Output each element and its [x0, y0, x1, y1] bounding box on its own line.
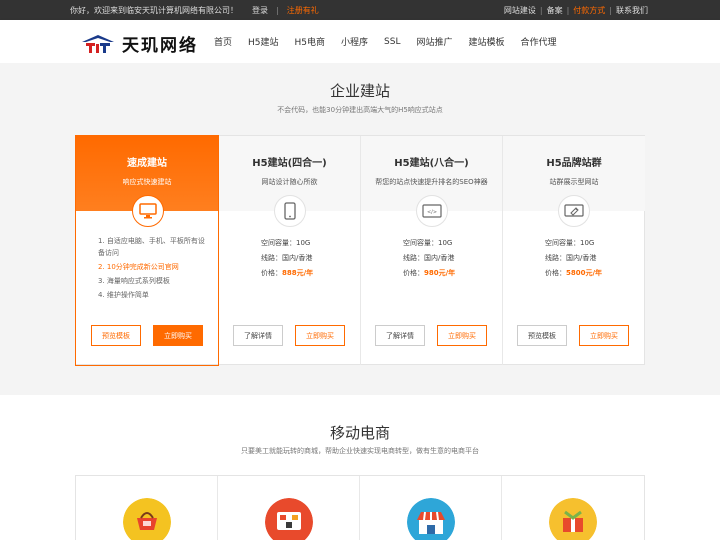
- card-subtitle: 网站设计随心所欲: [261, 178, 318, 186]
- nav-templates[interactable]: 建站模板: [469, 35, 505, 48]
- ecommerce-cards: [75, 475, 645, 540]
- card-subtitle: 站群展示型网站: [549, 178, 599, 186]
- section-subtitle: 只要美工就能玩转的商城，帮助企业快速实现电商转型，做有生意的电商平台: [241, 447, 479, 455]
- line-label: 线路：: [545, 254, 566, 262]
- ecommerce-card: [360, 476, 502, 540]
- nav-mini-program[interactable]: 小程序: [341, 35, 368, 48]
- feature-item: 3. 海量响应式系列模板: [98, 277, 170, 285]
- welcome-text: 你好，欢迎来到临安天玑计算机网络有限公司！: [70, 5, 238, 15]
- nav-home[interactable]: 首页: [214, 35, 232, 48]
- card-title: H5建站(八合一): [394, 158, 469, 169]
- feature-list: 1. 自适应电脑、手机、平板所有设备访问 2. 10分钟完成新公司官网 3. 海…: [98, 235, 208, 303]
- tag-screen-icon: [558, 195, 590, 227]
- space-value: 10G: [580, 239, 595, 247]
- logo-text: 天玑网络: [122, 36, 198, 56]
- ecommerce-card: [502, 476, 644, 540]
- line-value: 国内/香港: [282, 254, 313, 262]
- card-subtitle: 帮您的站点快速提升排名的SEO神器: [375, 178, 488, 186]
- nav-agency[interactable]: 合作代理: [521, 35, 557, 48]
- plan-specs: 空间容量：10G 线路：国内/香港 价格：980元/年: [403, 236, 455, 281]
- section-title: 企业建站: [329, 82, 390, 100]
- plan-specs: 空间容量：10G 线路：国内/香港 价格：5800元/年: [545, 236, 602, 281]
- plan-card-quick: 速成建站 响应式快速建站 1. 自适应电脑、手机、平板所有设备访问 2. 10分…: [75, 135, 219, 366]
- line-value: 国内/香港: [424, 254, 455, 262]
- header: 天玑网络 首页 H5建站 H5电商 小程序 SSL 网站推广 建站模板 合作代理: [0, 20, 720, 63]
- top-link-payment[interactable]: 付款方式: [573, 5, 605, 16]
- buy-now-button[interactable]: 立即购买: [437, 325, 487, 346]
- preview-template-button[interactable]: 预览模板: [91, 325, 141, 346]
- buy-now-button[interactable]: 立即购买: [579, 325, 629, 346]
- main-nav: 首页 H5建站 H5电商 小程序 SSL 网站推广 建站模板 合作代理: [206, 20, 565, 63]
- logo[interactable]: 天玑网络: [80, 31, 198, 56]
- price-label: 价格：: [545, 269, 566, 277]
- nav-promotion[interactable]: 网站推广: [416, 35, 452, 48]
- top-link-website[interactable]: 网站建设: [504, 5, 536, 16]
- top-bar: 你好，欢迎来到临安天玑计算机网络有限公司！ 登录 | 注册有礼 网站建设 | 备…: [0, 0, 720, 20]
- ecommerce-card: [76, 476, 218, 540]
- shopping-basket-icon: [123, 498, 171, 540]
- card-title: H5品牌站群: [546, 158, 602, 169]
- separator: |: [539, 5, 543, 15]
- feature-item: 4. 维护操作简单: [98, 291, 149, 299]
- space-value: 10G: [438, 239, 453, 247]
- top-link-beian[interactable]: 备案: [547, 5, 563, 16]
- gift-icon: [549, 498, 597, 540]
- line-label: 线路：: [261, 254, 282, 262]
- price-value: 888元/年: [282, 269, 314, 277]
- learn-more-button[interactable]: 了解详情: [375, 325, 425, 346]
- plan-cards: 速成建站 响应式快速建站 1. 自适应电脑、手机、平板所有设备访问 2. 10分…: [75, 135, 645, 366]
- price-label: 价格：: [403, 269, 424, 277]
- space-value: 10G: [296, 239, 311, 247]
- plan-card-brand-group: H5品牌站群 站群展示型网站 空间容量：10G 线路：国内/香港 价格：5800…: [503, 136, 645, 365]
- svg-text:</>: </>: [427, 210, 437, 216]
- line-label: 线路：: [403, 254, 424, 262]
- preview-template-button[interactable]: 预览模板: [517, 325, 567, 346]
- card-title: 速成建站: [127, 158, 167, 169]
- learn-more-button[interactable]: 了解详情: [233, 325, 283, 346]
- logo-mark-icon: [82, 34, 114, 53]
- tablet-icon: [274, 195, 306, 227]
- shop-awning-icon: [407, 498, 455, 540]
- login-link[interactable]: 登录: [252, 5, 268, 16]
- price-label: 价格：: [261, 269, 282, 277]
- card-subtitle: 响应式快速建站: [122, 178, 172, 186]
- space-label: 空间容量：: [403, 239, 438, 247]
- register-link[interactable]: 注册有礼: [287, 5, 319, 16]
- plan-card-h5-four: H5建站(四合一) 网站设计随心所欲 空间容量：10G 线路：国内/香港 价格：…: [219, 136, 361, 365]
- top-link-contact[interactable]: 联系我们: [616, 5, 648, 16]
- mobile-ecommerce-section: 移动电商 只要美工就能玩转的商城，帮助企业快速实现电商转型，做有生意的电商平台: [0, 395, 720, 540]
- nav-h5-site[interactable]: H5建站: [248, 35, 279, 48]
- storefront-icon: [265, 498, 313, 540]
- plan-card-h5-eight: H5建站(八合一) 帮您的站点快速提升排名的SEO神器 </> 空间容量：10G…: [361, 136, 503, 365]
- feature-item: 1. 自适应电脑、手机、平板所有设备访问: [98, 237, 205, 257]
- buy-now-button[interactable]: 立即购买: [153, 325, 203, 346]
- ecommerce-card: [218, 476, 360, 540]
- code-screen-icon: </>: [416, 195, 448, 227]
- buy-now-button[interactable]: 立即购买: [295, 325, 345, 346]
- plan-specs: 空间容量：10G 线路：国内/香港 价格：888元/年: [261, 236, 313, 281]
- separator: |: [566, 5, 570, 15]
- section-title: 移动电商: [329, 424, 390, 442]
- separator: |: [609, 5, 612, 15]
- card-title: H5建站(四合一): [252, 158, 327, 169]
- line-value: 国内/香港: [566, 254, 597, 262]
- space-label: 空间容量：: [261, 239, 296, 247]
- feature-item: 2. 10分钟完成新公司官网: [98, 263, 179, 271]
- nav-h5-ecommerce[interactable]: H5电商: [295, 35, 326, 48]
- section-subtitle: 不会代码，也能30分钟建出高端大气的H5响应式站点: [277, 106, 443, 114]
- price-value: 980元/年: [424, 269, 456, 277]
- separator: |: [276, 5, 279, 15]
- price-value: 5800元/年: [566, 269, 603, 277]
- monitor-icon: [132, 195, 164, 227]
- nav-ssl[interactable]: SSL: [384, 37, 400, 47]
- space-label: 空间容量：: [545, 239, 580, 247]
